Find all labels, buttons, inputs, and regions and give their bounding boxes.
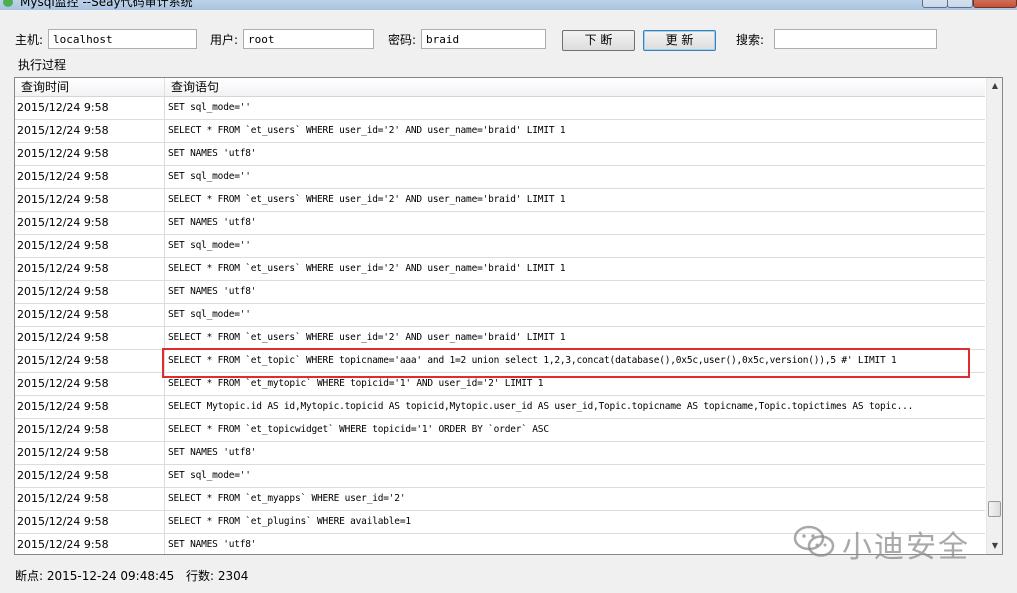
- table-row[interactable]: 2015/12/24 9:58 SELECT * FROM `et_topicwi…: [15, 419, 985, 442]
- cell-query-sql: SELECT Mytopic.id AS id,Mytopic.topicid …: [168, 401, 914, 412]
- cell-query-sql: SELECT * FROM `et_users` WHERE user_id='…: [168, 332, 566, 343]
- cell-query-time: 2015/12/24 9:58: [15, 235, 165, 257]
- cell-query-time: 2015/12/24 9:58: [15, 534, 165, 554]
- table-row[interactable]: 2015/12/24 9:58 SELECT * FROM `et_myapps`…: [15, 488, 985, 511]
- cell-query-sql: SET NAMES 'utf8': [168, 148, 257, 159]
- status-breakpoint: 断点: 2015-12-24 09:48:45: [15, 569, 175, 583]
- column-header-sql[interactable]: 查询语句: [165, 78, 985, 96]
- table-row[interactable]: 2015/12/24 9:58 SELECT * FROM `et_plugins…: [15, 511, 985, 534]
- table-row[interactable]: 2015/12/24 9:58 SET NAMES 'utf8': [15, 442, 985, 465]
- column-header-time[interactable]: 查询时间: [15, 78, 165, 96]
- list-header: 查询时间 查询语句: [15, 78, 985, 97]
- user-input[interactable]: [243, 29, 374, 49]
- window-title: Mysql监控 --Seay代码审计系统: [20, 0, 193, 9]
- table-row[interactable]: 2015/12/24 9:58 SELECT * FROM `et_users` …: [15, 189, 985, 212]
- scroll-down-arrow-icon[interactable]: ▼: [987, 538, 1002, 554]
- cell-query-sql: SET NAMES 'utf8': [168, 539, 257, 550]
- cell-query-time: 2015/12/24 9:58: [15, 258, 165, 280]
- table-row[interactable]: 2015/12/24 9:58 SELECT * FROM `et_mytopic…: [15, 373, 985, 396]
- cell-query-time: 2015/12/24 9:58: [15, 212, 165, 234]
- app-icon: [3, 0, 13, 7]
- cell-query-sql: SELECT * FROM `et_topic` WHERE topicname…: [168, 355, 897, 366]
- table-row[interactable]: 2015/12/24 9:58 SELECT Mytopic.id AS id,M…: [15, 396, 985, 419]
- maximize-button[interactable]: [947, 0, 973, 8]
- scroll-up-arrow-icon[interactable]: ▲: [987, 78, 1002, 94]
- table-row[interactable]: 2015/12/24 9:58 SET NAMES 'utf8': [15, 212, 985, 235]
- close-button[interactable]: [973, 0, 1017, 8]
- cell-query-time: 2015/12/24 9:58: [15, 442, 165, 464]
- vertical-scrollbar[interactable]: ▲ ▼: [986, 78, 1002, 554]
- table-row[interactable]: 2015/12/24 9:58 SELECT * FROM `et_users` …: [15, 120, 985, 143]
- query-log-list[interactable]: 查询时间 查询语句 2015/12/24 9:58 SET sql_mode=''…: [14, 77, 1003, 555]
- update-button[interactable]: 更 新: [643, 30, 716, 51]
- cell-query-sql: SELECT * FROM `et_users` WHERE user_id='…: [168, 125, 566, 136]
- group-label-execution: 执行过程: [18, 58, 67, 72]
- cell-query-sql: SELECT * FROM `et_myapps` WHERE user_id=…: [168, 493, 406, 504]
- cell-query-sql: SELECT * FROM `et_mytopic` WHERE topicid…: [168, 378, 544, 389]
- table-row[interactable]: 2015/12/24 9:58 SET sql_mode='': [15, 465, 985, 488]
- table-row[interactable]: 2015/12/24 9:58 SET NAMES 'utf8': [15, 534, 985, 554]
- table-row[interactable]: 2015/12/24 9:58 SELECT * FROM `et_users` …: [15, 327, 985, 350]
- cell-query-time: 2015/12/24 9:58: [15, 143, 165, 165]
- table-row[interactable]: 2015/12/24 9:58 SELECT * FROM `et_users` …: [15, 258, 985, 281]
- user-label: 用户:: [210, 33, 239, 47]
- cell-query-time: 2015/12/24 9:58: [15, 465, 165, 487]
- cell-query-time: 2015/12/24 9:58: [15, 396, 165, 418]
- cell-query-sql: SELECT * FROM `et_users` WHERE user_id='…: [168, 194, 566, 205]
- cell-query-sql: SELECT * FROM `et_topicwidget` WHERE top…: [168, 424, 549, 435]
- cell-query-time: 2015/12/24 9:58: [15, 281, 165, 303]
- cell-query-time: 2015/12/24 9:58: [15, 189, 165, 211]
- title-bar: Mysql监控 --Seay代码审计系统: [0, 0, 1017, 10]
- list-rows: 2015/12/24 9:58 SET sql_mode='' 2015/12/24…: [15, 97, 985, 554]
- cell-query-time: 2015/12/24 9:58: [15, 97, 165, 119]
- host-input[interactable]: [48, 29, 197, 49]
- password-input[interactable]: [421, 29, 546, 49]
- search-input[interactable]: [774, 29, 937, 49]
- cell-query-sql: SET sql_mode='': [168, 470, 251, 481]
- cell-query-sql: SELECT * FROM `et_users` WHERE user_id='…: [168, 263, 566, 274]
- table-row[interactable]: 2015/12/24 9:58 SET sql_mode='': [15, 166, 985, 189]
- host-label: 主机:: [15, 33, 44, 47]
- cell-query-sql: SET NAMES 'utf8': [168, 217, 257, 228]
- cell-query-sql: SELECT * FROM `et_plugins` WHERE availab…: [168, 516, 411, 527]
- cell-query-sql: SET NAMES 'utf8': [168, 286, 257, 297]
- table-row[interactable]: 2015/12/24 9:58 SET NAMES 'utf8': [15, 143, 985, 166]
- cell-query-time: 2015/12/24 9:58: [15, 350, 165, 372]
- cell-query-time: 2015/12/24 9:58: [15, 488, 165, 510]
- cell-query-time: 2015/12/24 9:58: [15, 166, 165, 188]
- cell-query-sql: SET sql_mode='': [168, 240, 251, 251]
- search-label: 搜索:: [736, 33, 765, 47]
- cell-query-time: 2015/12/24 9:58: [15, 511, 165, 533]
- cell-query-sql: SET sql_mode='': [168, 102, 251, 113]
- cell-query-sql: SET sql_mode='': [168, 309, 251, 320]
- cell-query-time: 2015/12/24 9:58: [15, 373, 165, 395]
- table-row[interactable]: 2015/12/24 9:58 SELECT * FROM `et_topic` …: [15, 350, 985, 373]
- password-label: 密码:: [388, 33, 417, 47]
- cell-query-sql: SET sql_mode='': [168, 171, 251, 182]
- scrollbar-thumb[interactable]: [988, 501, 1001, 517]
- break-button[interactable]: 下 断: [562, 30, 635, 51]
- cell-query-time: 2015/12/24 9:58: [15, 419, 165, 441]
- cell-query-time: 2015/12/24 9:58: [15, 327, 165, 349]
- cell-query-time: 2015/12/24 9:58: [15, 304, 165, 326]
- table-row[interactable]: 2015/12/24 9:58 SET sql_mode='': [15, 304, 985, 327]
- table-row[interactable]: 2015/12/24 9:58 SET NAMES 'utf8': [15, 281, 985, 304]
- table-row[interactable]: 2015/12/24 9:58 SET sql_mode='': [15, 235, 985, 258]
- minimize-button[interactable]: [922, 0, 948, 8]
- table-row[interactable]: 2015/12/24 9:58 SET sql_mode='': [15, 97, 985, 120]
- cell-query-time: 2015/12/24 9:58: [15, 120, 165, 142]
- cell-query-sql: SET NAMES 'utf8': [168, 447, 257, 458]
- status-rowcount: 行数: 2304: [186, 569, 249, 583]
